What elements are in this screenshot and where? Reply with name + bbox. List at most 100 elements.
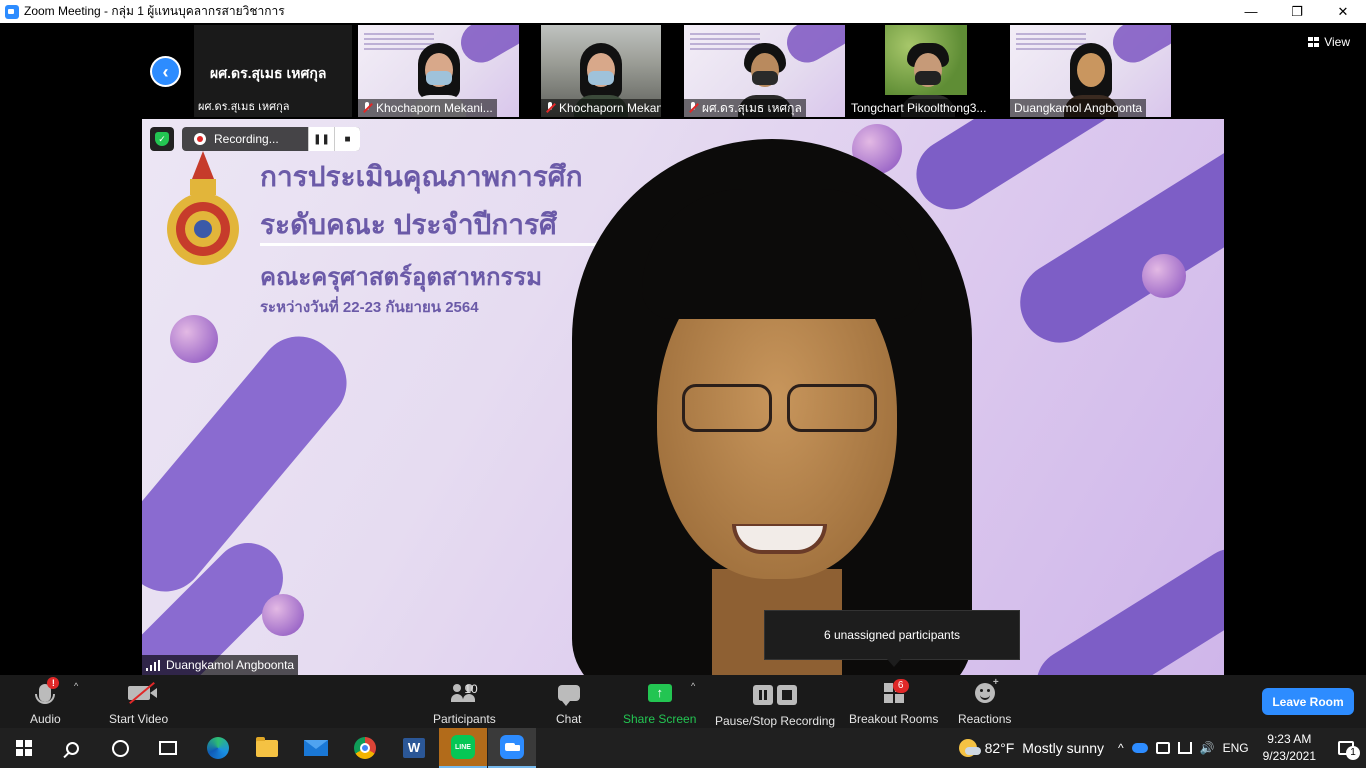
minimize-button[interactable]: —	[1228, 0, 1274, 23]
breakout-rooms-label: Breakout Rooms	[849, 712, 939, 726]
speaker-name: Duangkamol Angboonta	[166, 658, 295, 672]
windows-taskbar: W LINE 82°F Mostly sunny ^ 🔊 ENG 9:23 AM…	[0, 728, 1366, 768]
edge-icon	[207, 737, 229, 759]
volume-icon[interactable]: 🔊	[1200, 741, 1215, 755]
share-screen-icon: ↑	[647, 684, 672, 702]
previous-page-button[interactable]: ‹	[150, 56, 181, 87]
show-hidden-icons-chevron[interactable]: ^	[1118, 741, 1124, 755]
clock-date: 9/23/2021	[1262, 749, 1316, 763]
participant-strip: ‹ ผศ.ดร.สุเมธ เหศกุล ผศ.ดร.สุเมธ เหศกุล …	[0, 23, 1366, 119]
wifi-icon[interactable]	[1177, 742, 1192, 754]
weather-description: Mostly sunny	[1022, 740, 1104, 756]
participant-thumbnail[interactable]: ผศ.ดร.สุเมธ เหศกุล	[684, 25, 845, 117]
weather-temperature: 82°F	[984, 740, 1015, 756]
audio-options-caret[interactable]: ^	[74, 681, 78, 691]
participant-label: Khochaporn Mekani...	[358, 99, 497, 117]
partly-sunny-icon	[958, 739, 981, 757]
glasses	[682, 384, 772, 432]
pause-stop-recording-button[interactable]: Pause/Stop Recording	[715, 681, 835, 728]
leave-room-button[interactable]: Leave Room	[1262, 688, 1354, 715]
university-seal-icon	[167, 151, 239, 265]
window-title: Zoom Meeting - กลุ่ม 1 ผู้แทนบุคลากรสายว…	[24, 4, 285, 18]
participant-name: ผศ.ดร.สุเมธ เหศกุล	[702, 101, 802, 115]
reactions-icon	[974, 683, 995, 703]
close-button[interactable]: ✕	[1320, 0, 1366, 23]
presenter-video	[562, 129, 982, 675]
audio-button[interactable]: ! Audio	[30, 677, 61, 726]
search-button[interactable]	[48, 728, 96, 768]
zoom-icon	[500, 735, 524, 759]
taskbar-edge[interactable]	[194, 728, 242, 768]
taskbar-chrome[interactable]	[341, 728, 389, 768]
signal-strength-icon	[146, 659, 160, 671]
taskbar-mail[interactable]	[292, 728, 340, 768]
share-screen-button[interactable]: ↑ Share Screen	[623, 679, 696, 726]
share-screen-label: Share Screen	[623, 712, 697, 726]
slide-subheading: คณะครุศาสตร์อุตสาหกรรม	[260, 264, 543, 291]
zoom-app-icon	[5, 4, 19, 19]
clock[interactable]: 9:23 AM 9/23/2021	[1263, 731, 1316, 765]
participant-thumbnail[interactable]: Tongchart Pikoolthong3...	[847, 25, 1008, 117]
meeting-toolbar: ! Audio ^ Start Video 10 Participants Ch…	[0, 675, 1366, 728]
mic-muted-icon	[545, 102, 555, 114]
participant-label: ผศ.ดร.สุเมธ เหศกุล	[198, 101, 290, 113]
mail-icon	[304, 740, 328, 756]
reactions-button[interactable]: + Reactions	[958, 677, 1012, 726]
slide-date: ระหว่างวันที่ 22-23 กันยายน 2564	[260, 299, 479, 316]
participant-thumbnail[interactable]: Khochaporn Mekani...	[541, 25, 661, 117]
restore-button[interactable]: ❐	[1274, 0, 1320, 23]
participant-thumbnail-active-speaker[interactable]: Duangkamol Angboonta	[1010, 25, 1171, 117]
participant-name: Duangkamol Angboonta	[1014, 101, 1143, 115]
pause-recording-button[interactable]: ❚❚	[308, 127, 334, 151]
breakout-rooms-button[interactable]: 6 Breakout Rooms	[849, 679, 938, 726]
onedrive-icon[interactable]	[1131, 743, 1148, 753]
action-center-button[interactable]: 1	[1326, 728, 1366, 768]
start-video-button[interactable]: Start Video	[109, 679, 168, 726]
participant-tile-name-only[interactable]: ผศ.ดร.สุเมธ เหศกุล ผศ.ดร.สุเมธ เหศกุล	[194, 25, 352, 117]
slide-decoration	[262, 594, 304, 636]
stop-recording-button[interactable]: ■	[334, 127, 360, 151]
participants-label: Participants	[433, 712, 496, 726]
windows-logo-icon	[16, 740, 32, 756]
view-label: View	[1324, 35, 1350, 49]
system-tray: 82°F Mostly sunny ^ 🔊 ENG 9:23 AM 9/23/2…	[958, 728, 1366, 768]
encryption-shield-icon[interactable]: ✓	[150, 127, 174, 151]
slide-decoration	[1023, 535, 1224, 675]
view-button[interactable]: View	[1308, 35, 1350, 49]
chevron-left-icon: ‹	[152, 58, 179, 85]
notification-count: 1	[1346, 746, 1360, 760]
line-icon: LINE	[451, 735, 475, 759]
reactions-label: Reactions	[958, 712, 1012, 726]
recording-indicator: ✓ Recording... ❚❚ ■	[150, 127, 360, 151]
weather-widget[interactable]: 82°F Mostly sunny	[958, 739, 1104, 757]
video-off-icon	[127, 686, 157, 700]
breakout-tooltip: 6 unassigned participants	[764, 610, 1020, 667]
tray-icons: ^ 🔊 ENG	[1118, 741, 1249, 755]
slide-decoration	[1142, 254, 1186, 298]
participant-display-name: ผศ.ดร.สุเมธ เหศกุล	[210, 65, 327, 81]
participant-thumbnail[interactable]: Khochaporn Mekani...	[358, 25, 519, 117]
taskbar-file-explorer[interactable]	[243, 728, 291, 768]
participant-count: 10	[464, 682, 478, 696]
search-icon	[65, 741, 79, 755]
task-view-button[interactable]	[144, 728, 192, 768]
audio-label: Audio	[30, 712, 61, 726]
participants-button[interactable]: 10 Participants	[433, 679, 496, 726]
zoom-window: Zoom Meeting - กลุ่ม 1 ผู้แทนบุคลากรสายว…	[0, 0, 1366, 768]
taskbar-zoom[interactable]	[488, 728, 536, 768]
chat-icon	[557, 685, 580, 706]
taskbar-line[interactable]: LINE	[439, 728, 487, 768]
chat-label: Chat	[556, 712, 582, 726]
language-indicator[interactable]: ENG	[1223, 741, 1249, 755]
cortana-button[interactable]	[96, 728, 144, 768]
share-options-caret[interactable]: ^	[691, 681, 695, 691]
chat-button[interactable]: Chat	[556, 679, 581, 726]
start-button[interactable]	[0, 728, 48, 768]
network-icon[interactable]	[1155, 742, 1170, 754]
participant-name: Khochaporn Mekani...	[376, 101, 493, 115]
taskbar-word[interactable]: W	[390, 728, 438, 768]
chrome-icon	[354, 737, 376, 759]
slide-heading: การประเมินคุณภาพการศึก	[260, 161, 583, 192]
add-icon: +	[992, 677, 999, 688]
task-view-icon	[159, 741, 177, 755]
